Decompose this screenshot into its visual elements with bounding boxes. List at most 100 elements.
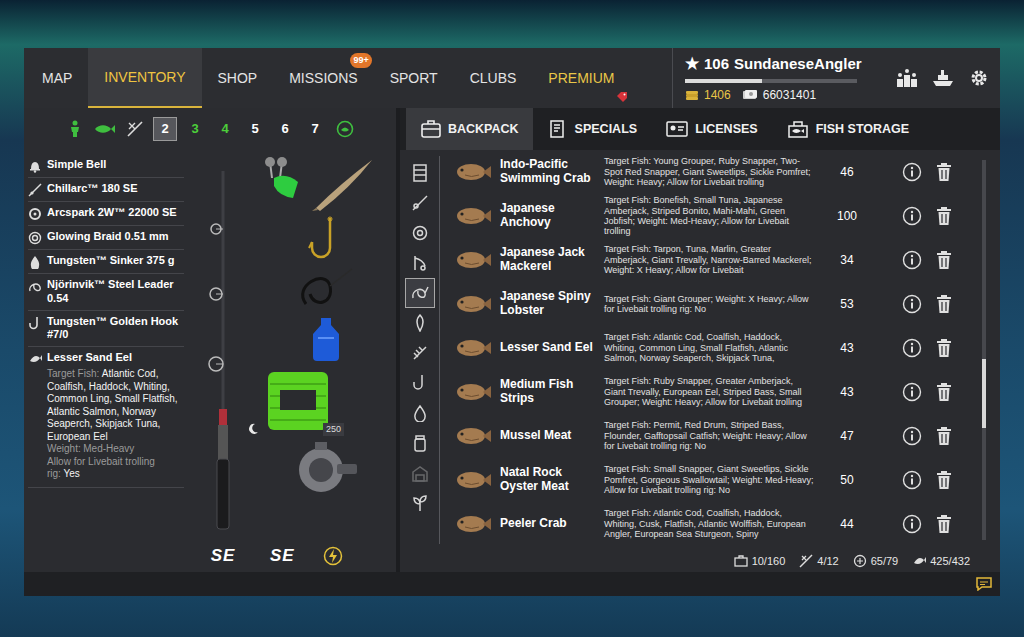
lines-category[interactable] [405,248,435,278]
item-row[interactable]: Japanese Jack MackerelTarget Fish: Tarpo… [440,238,976,282]
info-icon[interactable] [896,289,928,319]
lines-icon[interactable] [411,254,429,272]
nav-tab-label[interactable]: MAP [42,68,72,89]
inventory-tab-label[interactable]: FISH STORAGE [816,120,910,139]
flies-category[interactable] [405,338,435,368]
item-row[interactable]: Lesser Sand EelTarget Fish: Atlantic Cod… [440,326,976,370]
equipment-item[interactable]: Glowing Braid 0.51 mm [28,226,184,250]
hooks-category[interactable] [405,368,435,398]
equipment-header[interactable]: Chillarc™ 180 SE [28,182,182,197]
rods-category[interactable] [405,188,435,218]
rod-slot[interactable]: 5 [240,114,270,144]
flies-icon[interactable] [411,344,429,362]
trash-icon[interactable] [928,333,960,363]
lightning-bolt-icon[interactable] [323,546,343,566]
baits-category[interactable] [405,428,435,458]
settings-gear-icon[interactable] [964,63,994,93]
item-row[interactable]: Indo-Pacific Swimming CrabTarget Fish: Y… [440,150,976,194]
rod-slot-box[interactable]: 5 [243,117,267,141]
all-items-icon[interactable] [411,164,429,182]
trash-icon[interactable] [928,421,960,451]
lures-icon[interactable] [411,314,429,332]
info-icon[interactable] [896,333,928,363]
leaders-category[interactable] [405,278,435,308]
equipment-header[interactable]: Glowing Braid 0.51 mm [28,230,182,245]
equipment-header[interactable]: Simple Bell [28,158,182,173]
equipment-item[interactable]: Tungsten™ Sinker 375 g [28,250,184,274]
trash-icon[interactable] [928,509,960,539]
nav-tab-label[interactable]: CLUBS [470,68,517,89]
bait-slot[interactable] [330,114,360,144]
sinkers-icon[interactable] [411,404,429,422]
leaders-icon[interactable] [411,284,429,302]
rod-slot-box[interactable]: 4 [213,117,237,141]
trash-icon[interactable] [928,157,960,187]
item-row[interactable]: Japanese Spiny LobsterTarget Fish: Giant… [440,282,976,326]
equipment-header[interactable]: Tungsten™ Sinker 375 g [28,254,182,269]
equipment-header[interactable]: Lesser Sand Eel [28,351,182,366]
sand-eel-icon[interactable] [310,156,376,212]
rod-slot-number[interactable]: 2 [161,119,168,139]
rod-slot[interactable]: 3 [180,114,210,144]
trash-icon[interactable] [928,245,960,275]
reel-icon[interactable] [260,440,392,496]
rod-slot-box[interactable]: 2 [153,117,177,141]
fish-slot[interactable] [90,114,120,144]
equipment-header[interactable]: Tungsten™ Golden Hook #7/0 [28,315,182,343]
steel-leader-icon[interactable] [260,266,392,312]
item-row[interactable]: Natal Rock Oyster MeatTarget Fish: Small… [440,458,976,502]
bell-icon[interactable] [260,156,310,202]
scrollbar-thumb[interactable] [982,359,986,427]
equipment-item[interactable]: Tungsten™ Golden Hook #7/0 [28,311,184,348]
rod-slot-number[interactable]: 4 [221,119,228,139]
sinkers-category[interactable] [405,398,435,428]
misc-icon[interactable] [411,494,429,512]
boat-ship-icon[interactable] [928,63,958,93]
reels-category[interactable] [405,218,435,248]
rod-slot-number[interactable]: 5 [251,119,258,139]
nav-tab[interactable]: MAP [26,48,88,108]
item-row[interactable]: Medium Fish StripsTarget Fish: Ruby Snap… [440,370,976,414]
nav-tab-label[interactable]: MISSIONS [289,68,357,89]
inventory-tab-label[interactable]: SPECIALS [575,120,638,139]
misc-category[interactable] [405,488,435,518]
inventory-tab[interactable]: BACKPACK [406,108,533,150]
item-row[interactable]: Japanese AnchovyTarget Fish: Bonefish, S… [440,194,976,238]
hooks-icon[interactable] [411,374,429,392]
all-items-category[interactable] [405,158,435,188]
equipment-item[interactable]: Njörinvik™ Steel Leader 0.54 [28,274,184,311]
rod-slot-box[interactable]: 7 [303,117,327,141]
equipment-header[interactable]: Arcspark 2W™ 22000 SE [28,206,182,221]
equipment-name[interactable]: Chillarc™ 180 SE [47,182,138,196]
equipment-name[interactable]: Glowing Braid 0.51 mm [47,230,169,244]
rod-slot-box[interactable]: 3 [183,117,207,141]
leaderboard-podium-icon[interactable] [892,63,922,93]
equipment-name[interactable]: Simple Bell [47,158,106,172]
scrollbar-track[interactable] [982,160,986,540]
trash-icon[interactable] [928,289,960,319]
info-icon[interactable] [896,509,928,539]
inventory-tab-label[interactable]: BACKPACK [448,120,519,139]
rod-slot-number[interactable]: 3 [191,119,198,139]
nav-tab-label[interactable]: PREMIUM [548,68,614,89]
equipment-name[interactable]: Tungsten™ Sinker 375 g [47,254,175,268]
nav-tab[interactable]: SHOP [202,48,274,108]
trash-icon[interactable] [928,201,960,231]
baits-icon[interactable] [411,434,429,452]
inventory-tab-label[interactable]: LICENSES [695,120,758,139]
nav-tab[interactable]: INVENTORY [88,48,201,108]
inventory-tab[interactable]: FISH STORAGE [772,108,924,150]
nav-tab-label[interactable]: SPORT [390,68,438,89]
nav-tab[interactable]: MISSIONS99+ [273,48,373,108]
trash-icon[interactable] [928,465,960,495]
info-icon[interactable] [896,421,928,451]
rods-icon[interactable] [411,194,429,212]
nav-tab[interactable]: PREMIUM [532,48,630,108]
rod-slot-number[interactable]: 7 [311,119,318,139]
equipment-item[interactable]: Simple Bell [28,154,184,178]
rod-slot-number[interactable]: 6 [281,119,288,139]
rod-slot-box[interactable]: 6 [273,117,297,141]
angler-slot[interactable] [60,114,90,144]
info-icon[interactable] [896,377,928,407]
info-icon[interactable] [896,465,928,495]
